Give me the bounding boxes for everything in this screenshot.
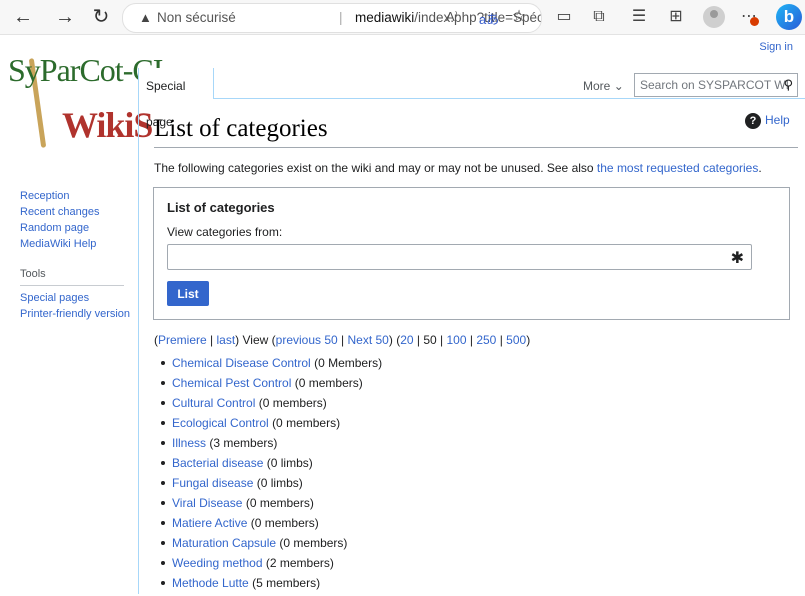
- category-from-input[interactable]: ✱: [167, 244, 752, 270]
- search-input[interactable]: Search on SYSPARCOT WI ⚲: [634, 73, 798, 97]
- category-link[interactable]: Maturation Capsule: [172, 536, 276, 550]
- favorites-icon[interactable]: ☰: [628, 6, 650, 28]
- list-item: Illness (3 members): [160, 436, 382, 456]
- sidebar-item-reception[interactable]: Reception: [20, 188, 130, 204]
- list-item: Methode Lutte (5 members): [160, 576, 382, 596]
- intro-end: .: [758, 161, 762, 175]
- translate-icon[interactable]: aあ: [479, 9, 499, 28]
- tab-special-page[interactable]: Special page: [138, 68, 214, 129]
- category-link[interactable]: Methode Lutte: [172, 576, 249, 590]
- category-link[interactable]: Viral Disease: [172, 496, 242, 510]
- page-title: List of categories: [154, 115, 328, 142]
- pager-view-label: View: [242, 333, 269, 347]
- sidebar-item-random-page[interactable]: Random page: [20, 220, 130, 236]
- search-placeholder: Search on SYSPARCOT WI: [640, 78, 789, 92]
- search-icon[interactable]: ⚲: [783, 74, 793, 96]
- category-count: (0 members): [272, 416, 341, 430]
- list-item: Cultural Control (0 members): [160, 396, 382, 416]
- pager-last-link[interactable]: last: [216, 333, 235, 347]
- category-count: (5 members): [252, 576, 321, 590]
- site-logo[interactable]: SyParCot-CI WikiS: [8, 52, 163, 154]
- extensions-icon[interactable]: ⧉: [588, 6, 610, 28]
- form-legend: List of categories: [167, 200, 275, 215]
- intro-text: The following categories exist on the wi…: [154, 161, 597, 175]
- list-item: Ecological Control (0 members): [160, 416, 382, 436]
- favorite-add-icon[interactable]: ☆: [508, 6, 530, 28]
- category-count: (0 members): [279, 536, 348, 550]
- category-count: (0 members): [258, 396, 327, 410]
- category-list: Chemical Disease Control (0 Members) Che…: [160, 356, 383, 596]
- back-arrow-icon[interactable]: ←: [10, 4, 36, 30]
- list-item: Bacterial disease (0 limbs): [160, 456, 382, 476]
- category-link[interactable]: Fungal disease: [172, 476, 253, 490]
- category-link[interactable]: Weeding method: [172, 556, 263, 570]
- title-divider: [154, 147, 798, 148]
- help-link[interactable]: ? Help: [745, 113, 790, 129]
- form-label: View categories from:: [167, 225, 283, 239]
- profile-avatar-icon[interactable]: [703, 6, 725, 28]
- security-label: Non sécurisé: [157, 10, 236, 25]
- notification-dot-icon: [750, 17, 759, 26]
- required-asterisk-icon: ✱: [730, 250, 744, 267]
- reload-icon[interactable]: ↻: [88, 4, 114, 30]
- category-count: (3 members): [209, 436, 278, 450]
- pager-first-link[interactable]: Premiere: [158, 333, 207, 347]
- chevron-down-icon: ⌄: [613, 79, 624, 93]
- sidebar-item-mediawiki-help[interactable]: MediaWiki Help: [20, 236, 130, 252]
- pager-next-link[interactable]: Next 50: [348, 333, 389, 347]
- reading-view-icon[interactable]: ▭: [553, 6, 575, 28]
- category-link[interactable]: Cultural Control: [172, 396, 255, 410]
- pager-limit-20[interactable]: 20: [400, 333, 413, 347]
- pager-limit-50: 50: [423, 333, 437, 347]
- category-link[interactable]: Bacterial disease: [172, 456, 263, 470]
- help-icon: ?: [745, 113, 761, 129]
- category-count: (2 members): [265, 556, 334, 570]
- list-button[interactable]: List: [167, 281, 209, 306]
- list-item: Viral Disease (0 members): [160, 496, 382, 516]
- category-count: (0 members): [245, 496, 314, 510]
- category-count: (0 limbs): [266, 456, 313, 470]
- more-label: More: [583, 79, 611, 93]
- category-count: (0 limbs): [256, 476, 303, 490]
- category-count: (0 members): [294, 376, 363, 390]
- most-requested-link[interactable]: the most requested categories: [597, 161, 758, 175]
- category-count: (0 Members): [314, 356, 383, 370]
- sidebar-item-recent-changes[interactable]: Recent changes: [20, 204, 130, 220]
- intro-paragraph: The following categories exist on the wi…: [154, 161, 762, 175]
- sidebar: Reception Recent changes Random page Med…: [20, 188, 130, 322]
- pager-limit-250[interactable]: 250: [476, 333, 496, 347]
- sidebar-divider: [20, 285, 124, 286]
- bing-icon[interactable]: b: [776, 4, 802, 30]
- help-label: Help: [765, 113, 790, 127]
- sidebar-item-printer-friendly[interactable]: Printer-friendly version: [20, 306, 130, 322]
- pager-limit-500[interactable]: 500: [506, 333, 526, 347]
- warning-icon: ▲: [139, 10, 152, 25]
- category-count: (0 members): [250, 516, 319, 530]
- list-item: Weeding method (2 members): [160, 556, 382, 576]
- sidebar-item-special-pages[interactable]: Special pages: [20, 290, 130, 306]
- category-link[interactable]: Ecological Control: [172, 416, 269, 430]
- sign-in-link[interactable]: Sign in: [759, 41, 793, 53]
- pager: (Premiere | last) View (previous 50 | Ne…: [154, 333, 531, 347]
- list-item: Maturation Capsule (0 members): [160, 536, 382, 556]
- main-content: List of categories ? Help The following c…: [138, 99, 805, 594]
- category-link[interactable]: Matiere Active: [172, 516, 247, 530]
- sidebar-tools-heading: Tools: [20, 268, 46, 280]
- list-item: Chemical Pest Control (0 members): [160, 376, 382, 396]
- category-link[interactable]: Illness: [172, 436, 206, 450]
- read-aloud-icon[interactable]: A⁾: [446, 9, 458, 25]
- list-item: Fungal disease (0 limbs): [160, 476, 382, 496]
- pager-limit-100[interactable]: 100: [447, 333, 467, 347]
- category-link[interactable]: Chemical Disease Control: [172, 356, 311, 370]
- browser-toolbar: ← → ↻ ▲ Non sécurisé | mediawiki/index.p…: [0, 0, 805, 35]
- pager-prev-link[interactable]: previous 50: [276, 333, 338, 347]
- forward-arrow-icon[interactable]: →: [52, 4, 78, 30]
- more-menu[interactable]: More ⌄: [583, 79, 624, 93]
- list-item: Matiere Active (0 members): [160, 516, 382, 536]
- category-link[interactable]: Chemical Pest Control: [172, 376, 291, 390]
- list-categories-form: List of categories View categories from:…: [153, 187, 790, 320]
- url-separator: |: [339, 10, 343, 25]
- collections-icon[interactable]: ⊞: [665, 6, 687, 28]
- list-item: Chemical Disease Control (0 Members): [160, 356, 383, 376]
